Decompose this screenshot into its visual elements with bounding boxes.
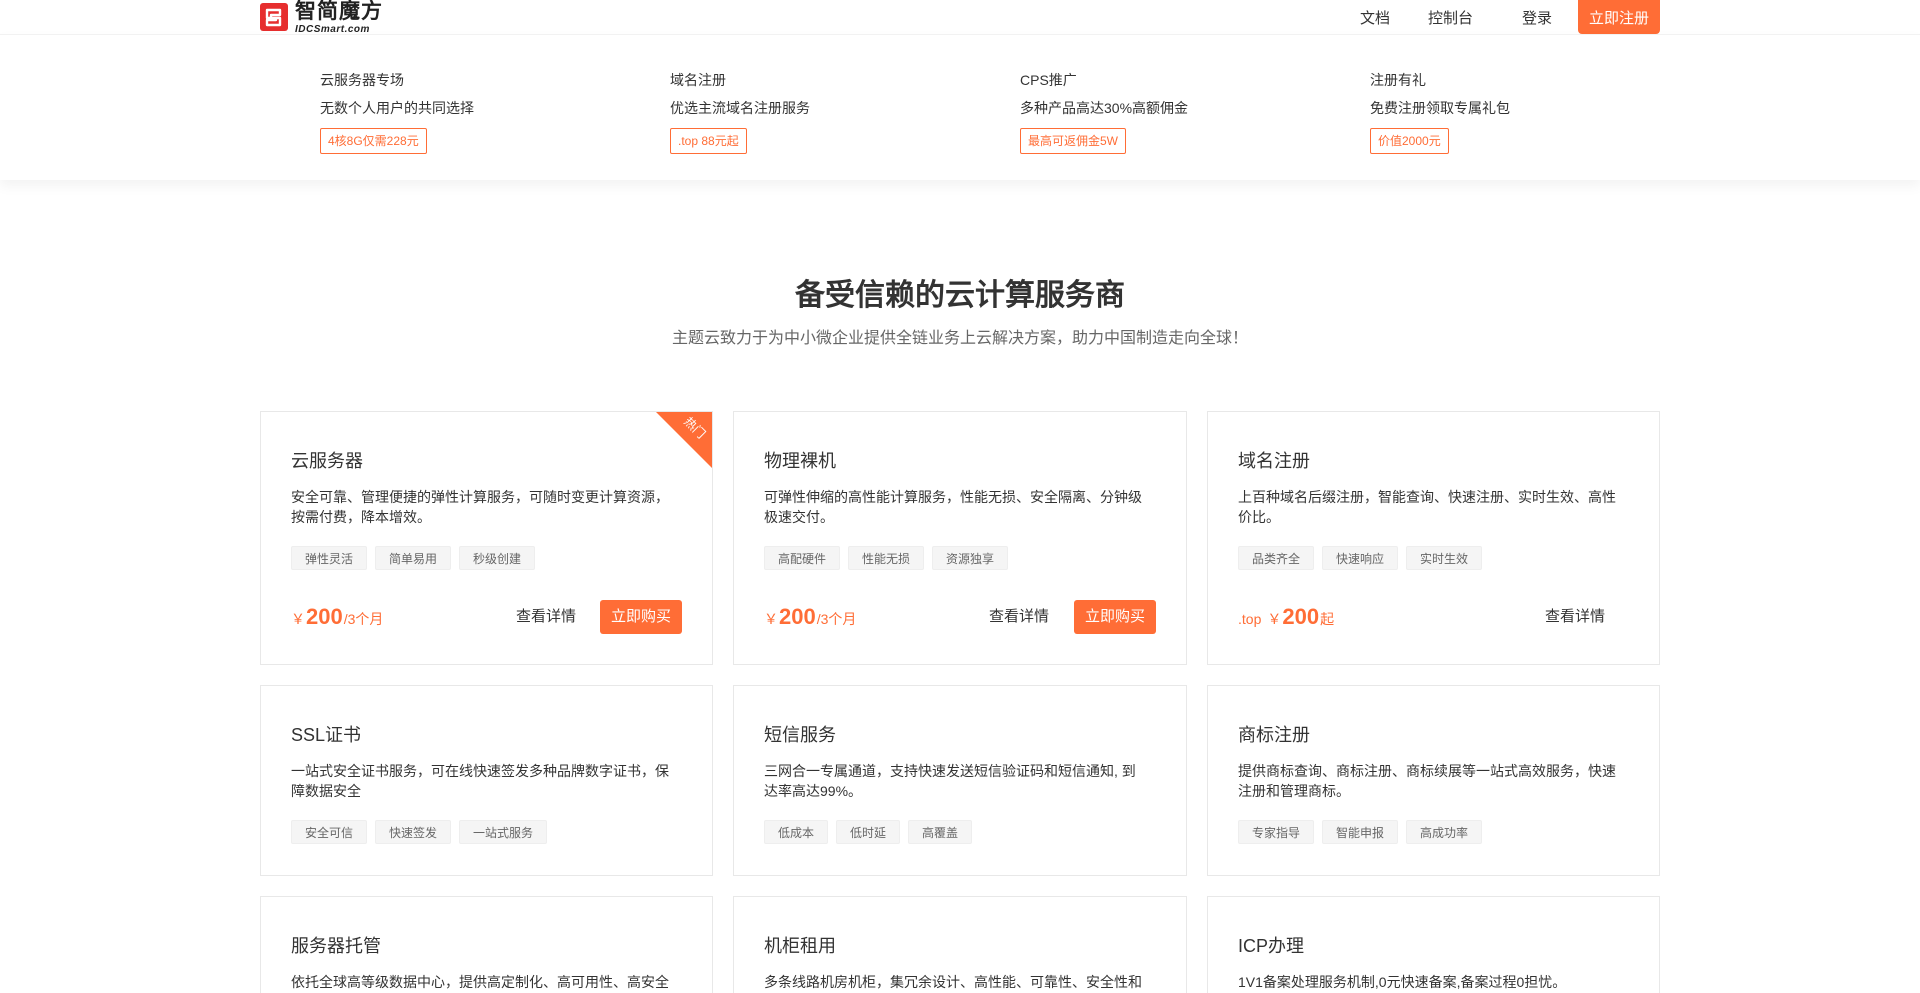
card-price: .top ￥ 200 起	[1238, 604, 1335, 629]
card-tag: 品类齐全	[1238, 546, 1315, 570]
card-tag: 高成功率	[1406, 820, 1483, 844]
card-tag: 高配硬件	[764, 546, 841, 570]
promo-title: 云服务器专场	[320, 72, 404, 88]
card-tags: 高配硬件 性能无损 资源独享	[764, 546, 1009, 570]
promo-item-cps[interactable]: CPS推广 多种产品高达30%高额佣金 最高可返佣金5W	[1020, 73, 1188, 154]
promo-item-domain[interactable]: 域名注册 优选主流域名注册服务 .top 88元起	[670, 73, 810, 154]
view-details-link[interactable]: 查看详情	[1545, 600, 1605, 634]
card-tag: 专家指导	[1238, 820, 1315, 844]
hot-badge: 热门	[655, 412, 712, 469]
promo-strip: 云服务器专场 无数个人用户的共同选择 4核8G仅需228元 域名注册 优选主流域…	[0, 34, 1920, 180]
card-price: ￥ 200 /3个月	[764, 604, 857, 629]
card-tag: 弹性灵活	[291, 546, 368, 570]
promo-desc: 多种产品高达30%高额佣金	[1020, 100, 1189, 116]
card-tags: 品类齐全 快速响应 实时生效	[1238, 546, 1483, 570]
nav-docs[interactable]: 文档	[1360, 0, 1390, 34]
card-tags: 低成本 低时延 高覆盖	[764, 820, 973, 844]
card-price: ￥ 200 /3个月	[291, 604, 384, 629]
card-title: 域名注册	[1238, 451, 1310, 471]
view-details-link[interactable]: 查看详情	[516, 600, 576, 634]
promo-item-gift[interactable]: 注册有礼 免费注册领取专属礼包 价值2000元	[1370, 73, 1510, 154]
promo-tag: .top 88元起	[670, 128, 747, 154]
card-tag: 快速响应	[1322, 546, 1399, 570]
product-card-hosting: 服务器托管 依托全球高等级数据中心，提供高定制化、高可用性、高安全	[260, 896, 713, 993]
card-tag: 秒级创建	[459, 546, 536, 570]
card-desc: 一站式安全证书服务，可在线快速签发多种品牌数字证书，保障数据安全	[291, 763, 669, 799]
promo-tag: 4核8G仅需228元	[320, 128, 427, 154]
card-tag: 资源独享	[932, 546, 1009, 570]
card-desc: 三网合一专属通道，支持快速发送短信验证码和短信通知, 到达率高达99%。	[764, 763, 1136, 799]
card-title: 物理裸机	[764, 451, 836, 471]
logo-cn-text: 智简魔方	[295, 0, 383, 23]
section-title: 备受信赖的云计算服务商	[795, 279, 1125, 312]
card-tag: 简单易用	[375, 546, 452, 570]
product-card-ssl: SSL证书 一站式安全证书服务，可在线快速签发多种品牌数字证书，保障数据安全 安…	[260, 685, 713, 876]
card-title: 云服务器	[291, 451, 363, 471]
promo-title: 注册有礼	[1370, 72, 1426, 88]
card-desc: 提供商标查询、商标注册、商标续展等一站式高效服务，快速注册和管理商标。	[1238, 763, 1616, 799]
promo-item-cloud[interactable]: 云服务器专场 无数个人用户的共同选择 4核8G仅需228元	[320, 73, 474, 154]
card-tags: 安全可信 快速签发 一站式服务	[291, 820, 548, 844]
product-card-trademark: 商标注册 提供商标查询、商标注册、商标续展等一站式高效服务，快速注册和管理商标。…	[1207, 685, 1660, 876]
card-tag: 低成本	[764, 820, 829, 844]
card-tag: 低时延	[836, 820, 901, 844]
card-tag: 智能申报	[1322, 820, 1399, 844]
card-tag: 实时生效	[1406, 546, 1483, 570]
promo-desc: 优选主流域名注册服务	[670, 100, 810, 116]
section-subtitle: 主题云致力于为中小微企业提供全链业务上云解决方案，助力中国制造走向全球！	[671, 330, 1248, 347]
card-desc: 多条线路机房机柜，集冗余设计、高性能、可靠性、安全性和	[764, 974, 1142, 990]
buy-now-button[interactable]: 立即购买	[600, 600, 682, 634]
product-card-bare-metal: 物理裸机 可弹性伸缩的高性能计算服务，性能无损、安全隔离、分钟级极速交付。 高配…	[733, 411, 1187, 665]
card-title: SSL证书	[291, 725, 362, 745]
product-card-icp: ICP办理 1V1备案处理服务机制,0元快速备案,备案过程0担忧。	[1207, 896, 1660, 993]
promo-desc: 无数个人用户的共同选择	[320, 100, 474, 116]
card-tags: 弹性灵活 简单易用 秒级创建	[291, 546, 536, 570]
nav-login[interactable]: 登录	[1522, 0, 1552, 34]
card-desc: 上百种域名后缀注册，智能查询、快速注册、实时生效、高性价比。	[1238, 489, 1616, 525]
product-card-cabinet: 机柜租用 多条线路机房机柜，集冗余设计、高性能、可靠性、安全性和	[733, 896, 1187, 993]
buy-now-button[interactable]: 立即购买	[1074, 600, 1156, 634]
card-title: 短信服务	[764, 725, 836, 745]
card-tag: 一站式服务	[459, 820, 548, 844]
promo-title: 域名注册	[670, 72, 726, 88]
product-card-domain: 域名注册 上百种域名后缀注册，智能查询、快速注册、实时生效、高性价比。 品类齐全…	[1207, 411, 1660, 665]
card-title: 服务器托管	[291, 936, 381, 956]
card-tags: 专家指导 智能申报 高成功率	[1238, 820, 1483, 844]
promo-title: CPS推广	[1020, 72, 1077, 88]
brand-logo[interactable]: 智简魔方 IDCSmart.com	[259, 0, 399, 35]
register-button[interactable]: 立即注册	[1578, 0, 1660, 34]
promo-desc: 免费注册领取专属礼包	[1370, 100, 1510, 116]
nav-console[interactable]: 控制台	[1428, 0, 1473, 34]
logo-icon	[259, 2, 289, 32]
card-title: ICP办理	[1238, 936, 1305, 956]
card-title: 商标注册	[1238, 725, 1310, 745]
product-card-sms: 短信服务 三网合一专属通道，支持快速发送短信验证码和短信通知, 到达率高达99%…	[733, 685, 1187, 876]
card-desc: 依托全球高等级数据中心，提供高定制化、高可用性、高安全	[291, 974, 669, 990]
card-desc: 1V1备案处理服务机制,0元快速备案,备案过程0担忧。	[1238, 974, 1567, 990]
card-tag: 性能无损	[848, 546, 925, 570]
card-desc: 可弹性伸缩的高性能计算服务，性能无损、安全隔离、分钟级极速交付。	[764, 489, 1142, 525]
card-desc: 安全可靠、管理便捷的弹性计算服务，可随时变更计算资源，按需付费，降本增效。	[291, 489, 669, 525]
card-tag: 安全可信	[291, 820, 368, 844]
card-title: 机柜租用	[764, 936, 836, 956]
product-card-cloud-server: 热门 云服务器 安全可靠、管理便捷的弹性计算服务，可随时变更计算资源，按需付费，…	[260, 411, 713, 665]
promo-tag: 最高可返佣金5W	[1020, 128, 1127, 154]
top-header: 智简魔方 IDCSmart.com 文档 控制台 登录 立即注册	[0, 0, 1920, 35]
card-tag: 高覆盖	[908, 820, 973, 844]
promo-tag: 价值2000元	[1370, 128, 1449, 154]
view-details-link[interactable]: 查看详情	[989, 600, 1049, 634]
card-tag: 快速签发	[375, 820, 452, 844]
